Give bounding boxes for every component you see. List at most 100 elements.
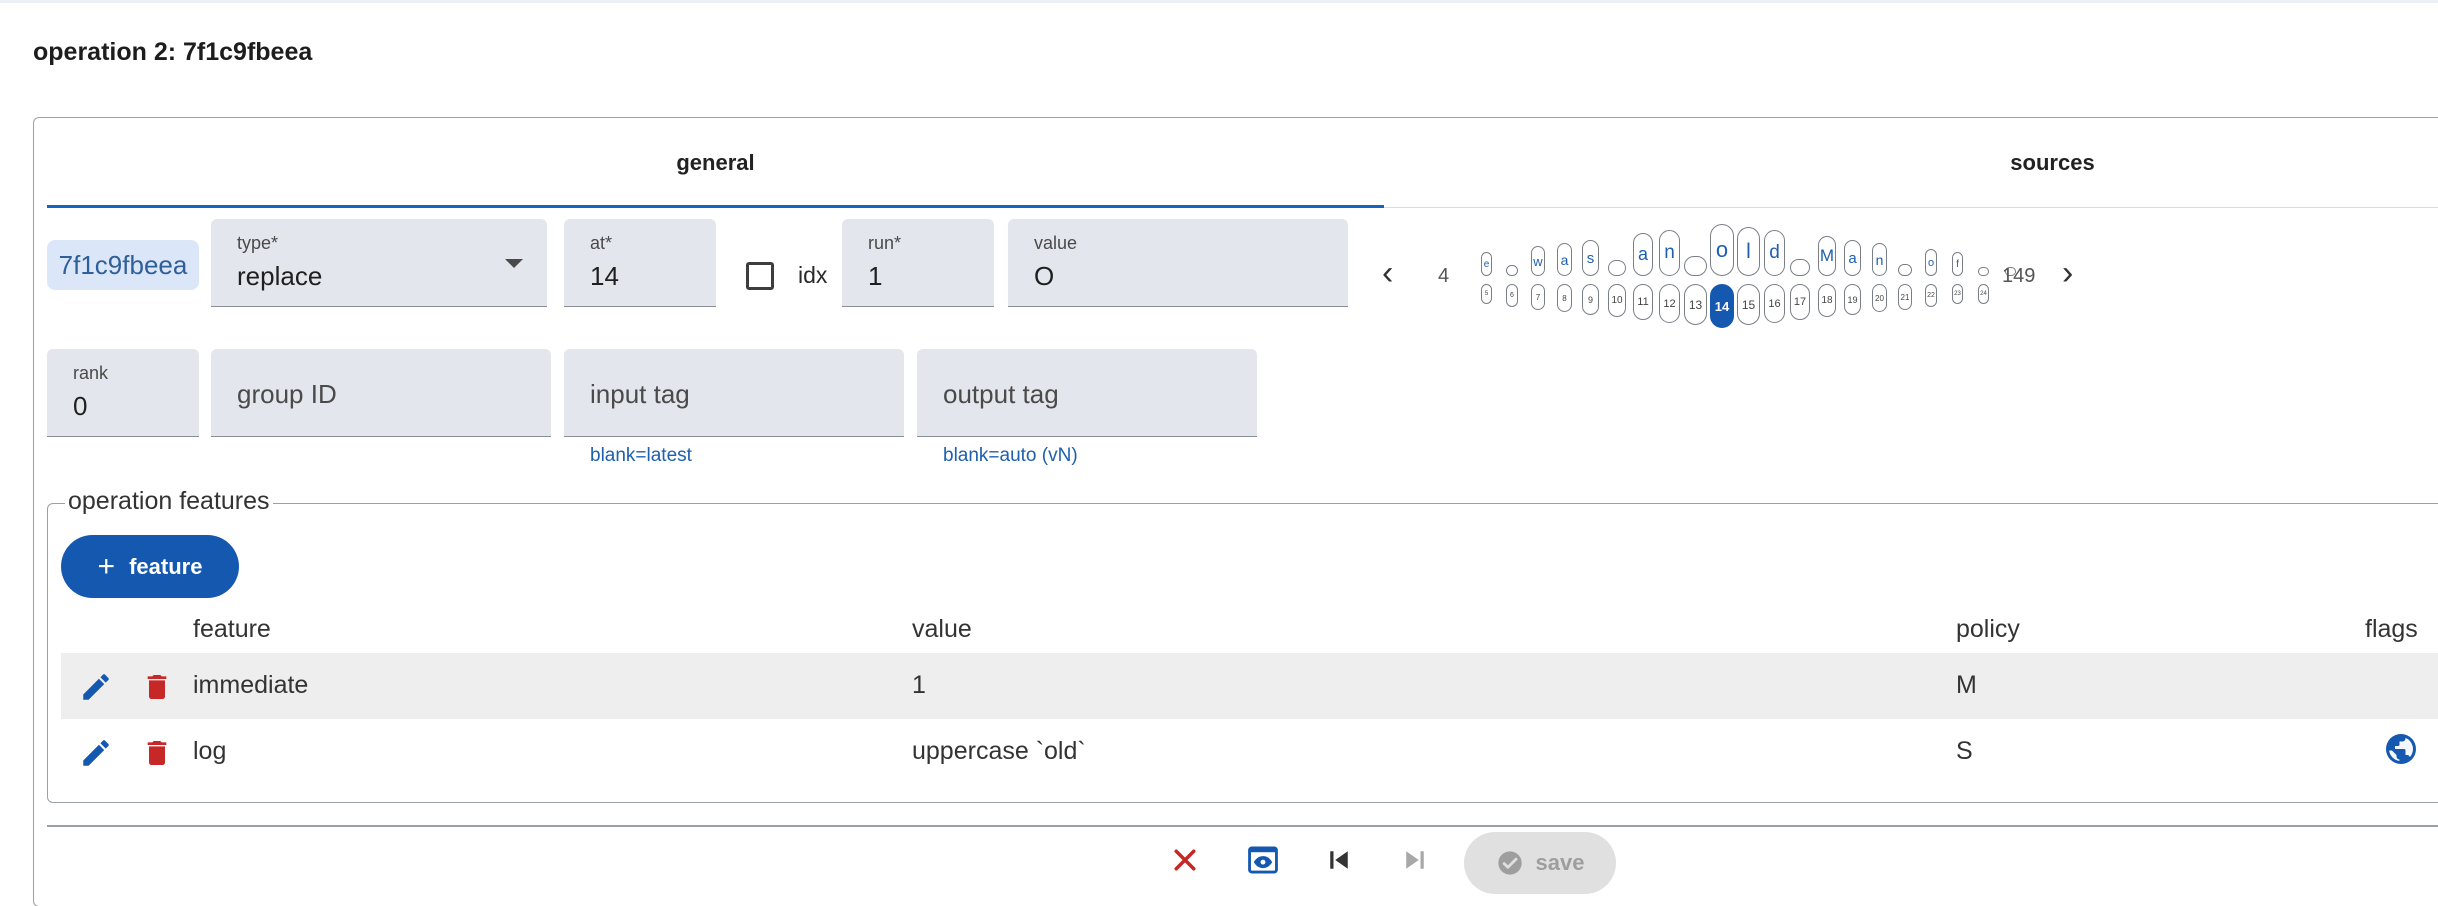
type-select[interactable]: type* replace: [211, 219, 547, 307]
value-value: O: [1034, 261, 1055, 291]
column-header-feature: feature: [193, 615, 271, 643]
group-id-field[interactable]: group ID: [211, 349, 551, 437]
type-value: replace: [237, 261, 323, 291]
token-char[interactable]: s: [1582, 240, 1599, 276]
run-field[interactable]: run* 1: [842, 219, 994, 307]
table-row: log uppercase `old` S: [61, 719, 2438, 785]
column-header-value: value: [912, 615, 972, 643]
value-field[interactable]: value O: [1008, 219, 1348, 307]
tab-sources[interactable]: sources: [1384, 118, 2438, 208]
input-tag-field[interactable]: input tag: [564, 349, 904, 437]
token-char[interactable]: [1608, 260, 1626, 276]
preview-icon[interactable]: [1246, 843, 1280, 877]
at-field[interactable]: at* 14: [564, 219, 716, 307]
add-feature-label: feature: [129, 553, 203, 579]
token-char[interactable]: [1684, 256, 1707, 276]
pencil-icon[interactable]: [79, 670, 113, 704]
run-label: run*: [868, 233, 902, 253]
group-id-placeholder: group ID: [237, 379, 337, 409]
add-feature-button[interactable]: + feature: [61, 535, 239, 598]
token-position[interactable]: 16: [1764, 284, 1785, 323]
chevron-down-icon[interactable]: [505, 259, 523, 268]
skip-previous-icon[interactable]: [1324, 845, 1354, 875]
token-position[interactable]: 11: [1633, 284, 1653, 320]
token-position[interactable]: 23: [1952, 284, 1963, 304]
operation-id-chip: 7f1c9fbeea: [47, 240, 199, 290]
token-position[interactable]: 10: [1608, 284, 1626, 317]
chevron-right-icon[interactable]: ›: [2062, 254, 2073, 293]
token-position[interactable]: 21: [1898, 284, 1912, 310]
idx-label: idx: [798, 262, 828, 288]
tab-general[interactable]: general: [47, 118, 1384, 208]
token-position[interactable]: 22: [1925, 284, 1937, 307]
token-char[interactable]: [1898, 264, 1912, 276]
token-position[interactable]: 18: [1818, 284, 1836, 317]
token-position[interactable]: 13: [1684, 284, 1707, 325]
token-char[interactable]: a: [1633, 233, 1653, 276]
token-strip: e w a s a n o l d Ma n o f 5 6 7 8 9 10 11 12 13 14 15 16 17 18 19 2…: [1474, 224, 2034, 338]
token-char[interactable]: d: [1764, 230, 1785, 276]
operation-features-legend: operation features: [65, 487, 273, 516]
close-icon[interactable]: [1170, 845, 1200, 875]
chevron-left-icon[interactable]: ‹: [1382, 254, 1393, 293]
skip-next-icon: [1406, 851, 1424, 869]
token-position[interactable]: 24: [1978, 284, 1989, 304]
rank-label: rank: [73, 363, 109, 383]
token-position[interactable]: 7: [1531, 284, 1545, 310]
token-char[interactable]: e: [1481, 252, 1492, 276]
token-char[interactable]: M: [1818, 236, 1836, 276]
type-label: type*: [237, 233, 279, 253]
token-char[interactable]: a: [1557, 243, 1572, 276]
operation-editor-page: operation 2: 7f1c9fbeea general sources …: [0, 0, 2438, 906]
token-char[interactable]: w: [1531, 246, 1545, 276]
output-tag-field[interactable]: output tag: [917, 349, 1257, 437]
next-token-count: 149: [2002, 265, 2036, 287]
token-char[interactable]: n: [1659, 230, 1680, 276]
token-char[interactable]: [1506, 265, 1518, 276]
idx-checkbox[interactable]: [746, 262, 774, 290]
token-position[interactable]: 6: [1506, 284, 1518, 307]
prev-token-count: 4: [1438, 265, 1450, 287]
token-char[interactable]: [1790, 259, 1810, 276]
token-position[interactable]: 8: [1557, 284, 1572, 312]
at-label: at*: [590, 233, 613, 253]
feature-name: immediate: [193, 671, 309, 699]
active-tab-indicator: [47, 205, 1384, 208]
token-position-selected[interactable]: 14: [1710, 284, 1734, 328]
token-char[interactable]: o: [1710, 224, 1734, 276]
save-label: save: [1535, 850, 1585, 875]
globe-icon: [2386, 734, 2416, 764]
token-char[interactable]: a: [1844, 240, 1861, 276]
pencil-icon[interactable]: [79, 736, 113, 770]
token-char[interactable]: f: [1952, 252, 1963, 276]
token-position[interactable]: 17: [1790, 284, 1810, 320]
value-label: value: [1034, 233, 1078, 253]
output-tag-hint: blank=auto (vN): [943, 445, 1078, 466]
token-position[interactable]: 5: [1481, 284, 1492, 304]
output-tag-placeholder: output tag: [943, 379, 1059, 409]
rank-value: 0: [73, 391, 88, 421]
rank-field[interactable]: rank 0: [47, 349, 199, 437]
trash-icon[interactable]: [141, 736, 173, 770]
token-char[interactable]: o: [1925, 249, 1937, 276]
token-char[interactable]: n: [1872, 243, 1887, 276]
check-circle-icon: [1497, 851, 1522, 875]
token-position[interactable]: 12: [1659, 284, 1680, 323]
token-position[interactable]: 19: [1844, 284, 1861, 315]
token-position[interactable]: 20: [1872, 284, 1887, 312]
token-char[interactable]: l: [1737, 227, 1760, 276]
input-tag-placeholder: input tag: [590, 379, 690, 409]
column-header-policy: policy: [1956, 615, 2020, 643]
token-position[interactable]: 9: [1582, 284, 1599, 315]
token-position[interactable]: 15: [1737, 284, 1760, 325]
feature-name: log: [193, 737, 227, 765]
feature-value: 1: [912, 671, 926, 699]
operation-card: general sources 7f1c9fbeea type* replace…: [33, 117, 2438, 906]
trash-icon[interactable]: [141, 670, 173, 704]
tab-divider: [1384, 207, 2438, 208]
token-char[interactable]: [1978, 267, 1989, 276]
feature-value: uppercase `old`: [912, 737, 1086, 765]
plus-icon: +: [97, 549, 116, 583]
feature-policy: S: [1956, 737, 1973, 765]
save-button[interactable]: save: [1464, 832, 1616, 894]
